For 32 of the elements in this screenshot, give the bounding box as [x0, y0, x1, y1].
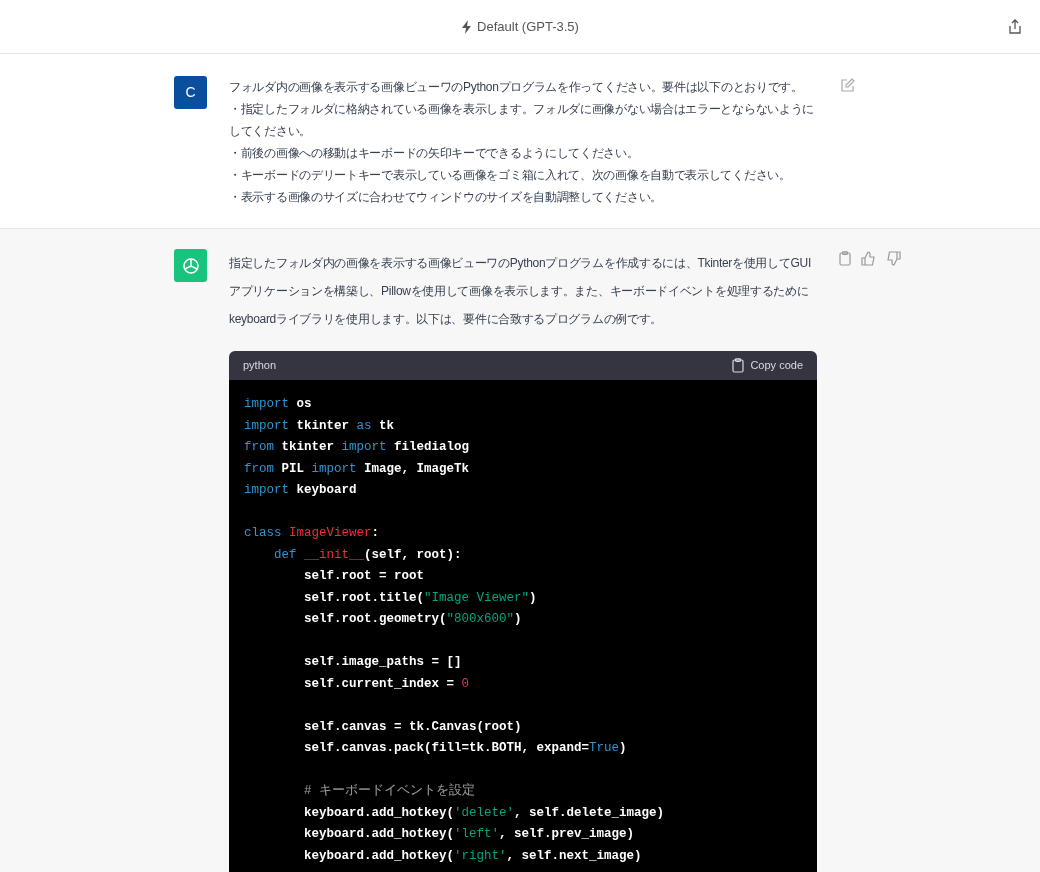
- code-line: class ImageViewer:: [244, 525, 381, 542]
- message-text: ・指定したフォルダに格納されている画像を表示します。フォルダに画像がない場合はエラーとならないようにしてください。: [229, 101, 815, 140]
- code-line: self.root = root: [303, 568, 426, 585]
- code-line: from tkinter import filedialog: [244, 439, 471, 456]
- message-text: ・前後の画像への移動はキーボードの矢印キーでできるようにしてください。: [229, 145, 640, 162]
- code-line: keyboard.add_hotkey('delete', self.delete_image): [303, 804, 666, 822]
- code-line: self.canvas = tk.Canvas(root): [303, 718, 523, 736]
- bolt-icon: [461, 19, 474, 34]
- code-line: keyboard.add_hotkey('right', self.next_image): [303, 847, 643, 865]
- assistant-avatar: [174, 249, 207, 282]
- code-line: from PIL import Image, ImageTk: [244, 460, 471, 478]
- code-line: self.image_paths = []: [303, 654, 463, 671]
- code-line: import os: [244, 396, 313, 413]
- message-text: フォルダ内の画像を表示する画像ビューワのPythonプログラムを作ってください。要件は以下のとおりです。: [229, 79, 804, 96]
- code-line: self.root.geometry("800x600"): [303, 611, 523, 628]
- code-line: import keyboard: [244, 482, 358, 499]
- code-line: self.canvas.pack(fill=tk.BOTH, expand=True): [303, 740, 628, 757]
- share-icon[interactable]: [1008, 19, 1022, 34]
- clipboard-icon: [732, 358, 745, 373]
- code-line: import tkinter as tk: [244, 417, 396, 435]
- message-text: 指定したフォルダ内の画像を表示する画像ビューワのPythonプログラムを作成するには、Tkinterを使用してGUIアプリケーションを構築し、Pillowを使用して画像を表示します。また、キーボードイベントを処理するためにkeyboardライブラリを使用します。以下は、要件に合致するプログラムの例です。: [229, 255, 812, 328]
- message-text: ・表示する画像のサイズに合わせてウィンドウのサイズを自動調整してください。: [229, 189, 663, 206]
- message-text: ・キーボードのデリートキーで表示している画像をゴミ箱に入れて、次の画像を自動で表示してください。: [229, 167, 792, 184]
- model-label[interactable]: Default (GPT-3.5): [477, 16, 579, 37]
- code-line: keyboard.add_hotkey('left', self.prev_image): [303, 826, 636, 843]
- code-line: self.current_index = 0: [303, 675, 471, 693]
- copy-code-button[interactable]: Copy code: [732, 357, 803, 374]
- language-label: python: [243, 358, 277, 374]
- code-line: # キーボードイベントを設定: [303, 782, 476, 800]
- user-avatar: C: [174, 76, 207, 109]
- code-line: def __init__(self, root):: [273, 546, 463, 564]
- code-line: self.root.title("Image Viewer"): [303, 589, 538, 607]
